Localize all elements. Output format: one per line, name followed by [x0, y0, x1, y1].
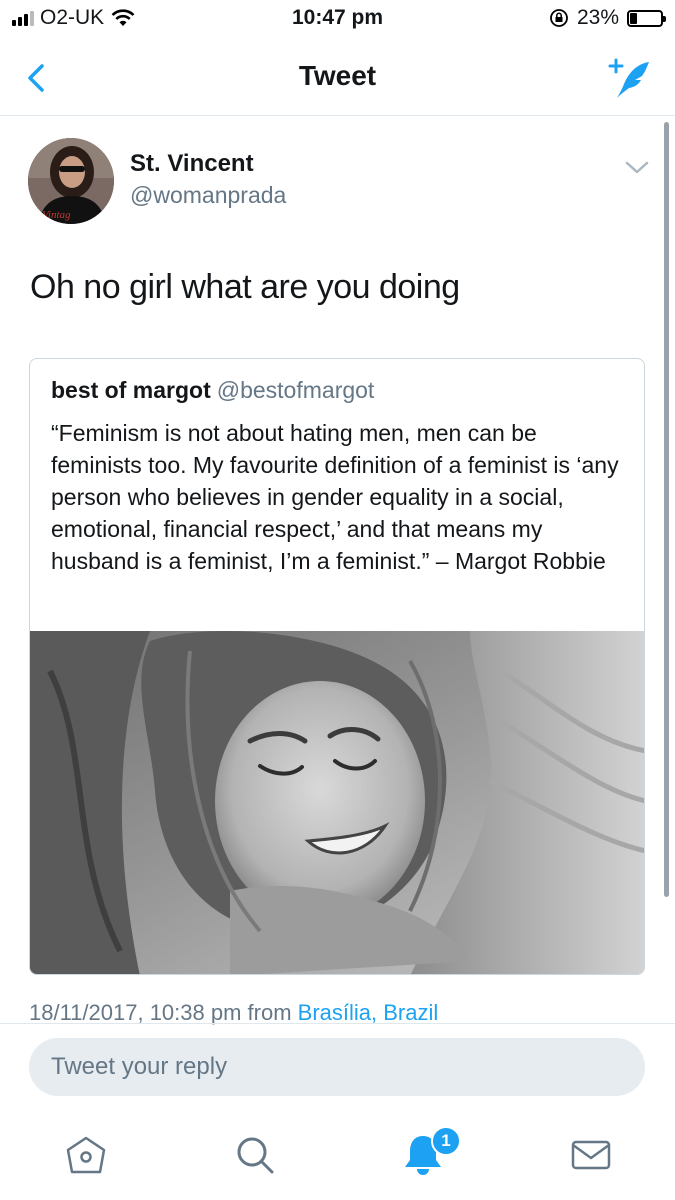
compose-tweet-button[interactable]: [607, 56, 653, 100]
battery-group: 23%: [549, 6, 666, 30]
status-bar: O2-UK 10:47 pm 23%: [0, 0, 675, 40]
author-handle[interactable]: @womanprada: [130, 182, 286, 209]
avatar-photo: Vintag: [28, 138, 114, 224]
tab-home[interactable]: [63, 1132, 109, 1178]
compose-tweet-icon: [608, 58, 649, 98]
home-icon: [66, 1136, 106, 1174]
tab-messages[interactable]: [568, 1132, 614, 1178]
quoted-tweet-text: “Feminism is not about hating men, men c…: [51, 420, 619, 574]
avatar[interactable]: Vintag: [28, 138, 114, 224]
author-name[interactable]: St. Vincent: [130, 150, 254, 178]
tweet-timestamp: 18/11/2017, 10:38 pm from: [29, 1000, 292, 1025]
quoted-tweet-photo[interactable]: [30, 631, 645, 975]
nav-bar: Tweet: [0, 40, 675, 116]
tab-bar: [0, 1110, 675, 1200]
battery-icon: [627, 9, 666, 27]
tweet-options-button[interactable]: [622, 152, 652, 182]
avatar-shirt-text: Vintag: [42, 209, 71, 221]
quoted-tweet[interactable]: best of margot @bestofmargot “Feminism is…: [29, 358, 645, 975]
battery-percent: 23%: [576, 6, 619, 29]
notification-badge: 1: [431, 1126, 461, 1156]
messages-icon: [571, 1140, 611, 1170]
tweet-location-link[interactable]: Brasília, Brazil: [298, 1000, 439, 1025]
tweet-text: Oh no girl what are you doing: [30, 268, 460, 306]
chevron-down-icon: [625, 161, 649, 174]
reply-input[interactable]: [29, 1038, 645, 1096]
quoted-tweet-header: best of margot @bestofmargot: [51, 377, 374, 404]
scrollbar[interactable]: [664, 122, 669, 897]
quoted-author-name: best of margot: [51, 377, 211, 403]
page-title: Tweet: [298, 60, 377, 91]
reply-bar-divider: [0, 1023, 675, 1024]
orientation-lock-icon: [550, 9, 568, 27]
search-icon: [237, 1137, 274, 1174]
tab-search[interactable]: [232, 1132, 278, 1178]
quoted-author-handle: @bestofmargot: [216, 377, 375, 403]
